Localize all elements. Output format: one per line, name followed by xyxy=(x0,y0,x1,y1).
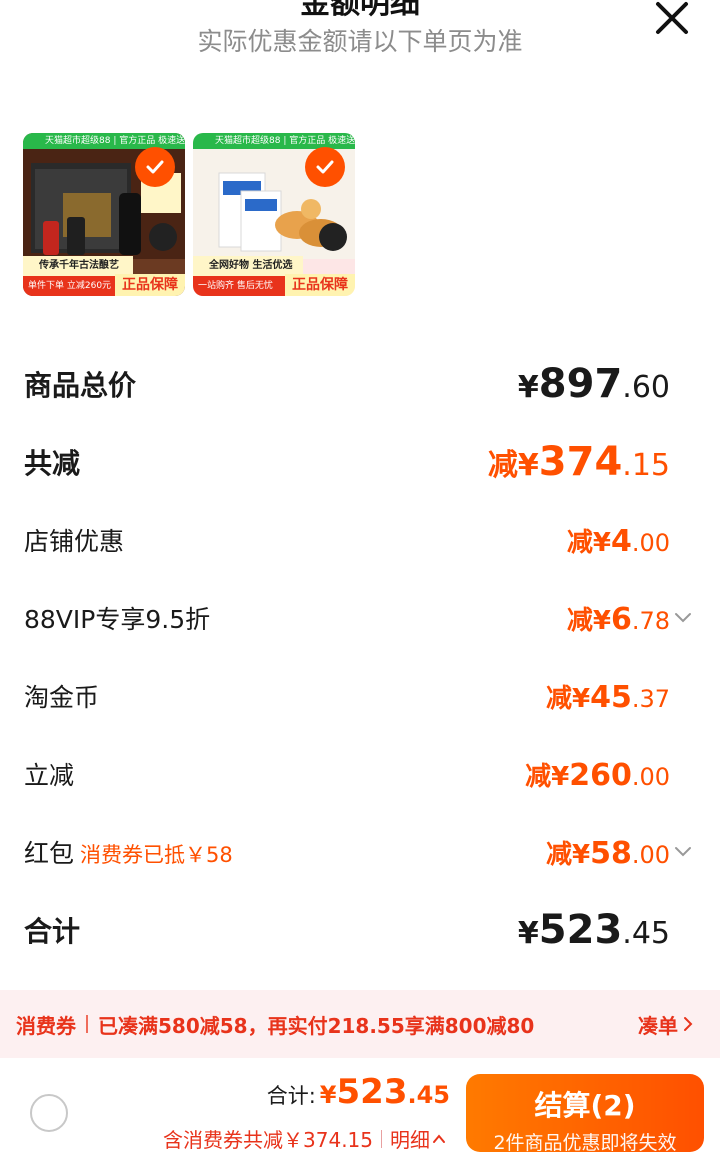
promo-tag: 消费券 xyxy=(16,1013,76,1038)
product-banner: 天猫超市超级88 | 官方正品 极速送达 xyxy=(193,133,355,149)
currency-symbol: 减¥ xyxy=(566,605,611,636)
row-amount: 减¥ 45 .37 xyxy=(546,678,670,715)
row-store-discount: 店铺优惠 减¥ 4 .00 xyxy=(24,510,696,570)
check-icon[interactable] xyxy=(305,147,345,187)
row-88vip-discount[interactable]: 88VIP专享9.5折 减¥ 6 .78 xyxy=(24,588,696,648)
row-amount: ¥ 897 .60 xyxy=(518,361,670,407)
authentic-badge: 正品保障 xyxy=(115,274,185,296)
currency-symbol: 减¥ xyxy=(525,761,570,792)
product-banner: 天猫超市超级88 | 官方正品 极速送达 xyxy=(23,133,185,149)
amount-integer: 45 xyxy=(590,679,632,715)
product-footer: 传承千年古法酿艺 单件下单 立减260元 正品保障 xyxy=(23,256,185,296)
amount-decimal: .00 xyxy=(631,840,670,869)
product-slogan: 传承千年古法酿艺 xyxy=(23,256,133,276)
header-subtitle: 实际优惠金额请以下单页为准 xyxy=(197,27,523,56)
currency-symbol: 减¥ xyxy=(545,683,591,714)
product-thumbnail-2[interactable]: 天猫超市超级88 | 官方正品 极速送达 全网好物 生活优选 一站购齐 售后无忧… xyxy=(193,133,355,296)
amount-decimal: .15 xyxy=(622,448,670,483)
currency-symbol: ¥ xyxy=(517,370,539,405)
amount-integer: 897 xyxy=(538,361,623,407)
product-offer: 一站购齐 售后无忧 xyxy=(193,276,285,296)
checkout-button[interactable]: 结算(2) 2件商品优惠即将失效 xyxy=(466,1074,704,1154)
footer-savings: 含消费券共减￥374.15 明细 xyxy=(163,1124,448,1153)
amount-decimal: .78 xyxy=(631,606,670,635)
amount-integer: 6 xyxy=(610,601,632,637)
currency-symbol: ¥ xyxy=(319,1081,337,1109)
amount-integer: 523 xyxy=(336,1072,408,1112)
row-total-discount: 共减 减¥ 374 .15 xyxy=(24,432,696,492)
total-label: 合计: xyxy=(266,1084,316,1108)
row-instant-discount: 立减 减¥ 260 .00 xyxy=(24,744,696,804)
row-label: 合计 xyxy=(24,915,81,948)
red-packet-label: 红包 xyxy=(24,839,75,868)
product-footer: 全网好物 生活优选 一站购齐 售后无忧 正品保障 xyxy=(193,256,355,296)
row-label: 商品总价 xyxy=(24,369,137,402)
add-items-label: 凑单 xyxy=(638,1013,678,1038)
divider xyxy=(381,1129,382,1148)
product-thumbnail-1[interactable]: 天猫超市超级88 | 官方正品 极速送达 传承千年古法酿艺 单件下单 立减260… xyxy=(23,133,185,296)
check-icon[interactable] xyxy=(135,147,175,187)
savings-text: 含消费券共减￥374.15 xyxy=(163,1128,373,1152)
add-items-button[interactable]: 凑单 xyxy=(638,1010,698,1039)
amount-decimal: .37 xyxy=(631,684,670,713)
chevron-down-icon[interactable] xyxy=(670,608,696,628)
select-all-radio[interactable] xyxy=(30,1094,68,1132)
amount-integer: 4 xyxy=(610,523,632,559)
amount-decimal: .45 xyxy=(407,1081,450,1109)
row-amount: 减¥ 58 .00 xyxy=(546,834,696,871)
amount-decimal: .45 xyxy=(622,916,670,951)
currency-symbol: 减¥ xyxy=(545,839,591,870)
row-label: 淘金币 xyxy=(24,683,100,712)
row-amount: ¥ 523 .45 xyxy=(518,907,670,953)
authentic-badge: 正品保障 xyxy=(285,274,355,296)
product-slogan: 全网好物 生活优选 xyxy=(193,256,303,276)
row-red-packet[interactable]: 红包 消费券已抵￥58 减¥ 58 .00 xyxy=(24,822,696,882)
row-label: 立减 xyxy=(24,761,75,790)
row-amount: 减¥ 4 .00 xyxy=(567,522,670,559)
amount-decimal: .00 xyxy=(631,762,670,791)
amount-integer: 374 xyxy=(538,439,623,485)
row-label: 共减 xyxy=(24,447,81,480)
amount-integer: 523 xyxy=(538,907,623,953)
row-amount: 减¥ 6 .78 xyxy=(567,600,696,637)
currency-symbol: 减¥ xyxy=(566,527,611,558)
amount-integer: 58 xyxy=(590,835,632,871)
row-taojinbi: 淘金币 减¥ 45 .37 xyxy=(24,666,696,726)
chevron-right-icon xyxy=(684,1017,693,1031)
header-title: 金额明细 xyxy=(300,0,420,21)
close-icon[interactable] xyxy=(648,0,696,42)
coupon-note: 消费券已抵￥58 xyxy=(80,843,233,867)
currency-symbol: 减¥ xyxy=(487,448,539,483)
row-label: 店铺优惠 xyxy=(24,527,125,556)
footer-total: 合计: ¥ 523 .45 xyxy=(267,1072,450,1112)
amount-integer: 260 xyxy=(569,757,632,793)
row-label: 红包 消费券已抵￥58 xyxy=(24,834,233,870)
amount-decimal: .60 xyxy=(622,370,670,405)
amount-decimal: .00 xyxy=(631,528,670,557)
row-amount: 减¥ 260 .00 xyxy=(525,756,670,793)
row-label: 88VIP专享9.5折 xyxy=(24,605,211,634)
checkout-bar: 合计: ¥ 523 .45 含消费券共减￥374.15 明细 结算(2) 2件商… xyxy=(0,1058,720,1156)
product-offer: 单件下单 立减260元 xyxy=(23,276,115,296)
currency-symbol: ¥ xyxy=(517,916,539,951)
checkout-subtext: 2件商品优惠即将失效 xyxy=(493,1132,677,1154)
promo-divider xyxy=(86,1015,88,1033)
chevron-down-icon[interactable] xyxy=(670,842,696,862)
row-amount: 减¥ 374 .15 xyxy=(488,439,670,485)
coupon-promo-bar: 消费券 已凑满580减58，再实付218.55享满800减80 凑单 xyxy=(0,990,720,1058)
row-goods-total: 商品总价 ¥ 897 .60 xyxy=(24,354,696,414)
promo-message: 已凑满580减58，再实付218.55享满800减80 xyxy=(98,1013,535,1038)
row-grand-total: 合计 ¥ 523 .45 xyxy=(24,900,696,960)
chevron-up-icon xyxy=(433,1133,445,1143)
detail-toggle[interactable]: 明细 xyxy=(390,1124,448,1153)
checkout-label: 结算(2) xyxy=(534,1089,636,1122)
detail-label: 明细 xyxy=(390,1128,430,1152)
